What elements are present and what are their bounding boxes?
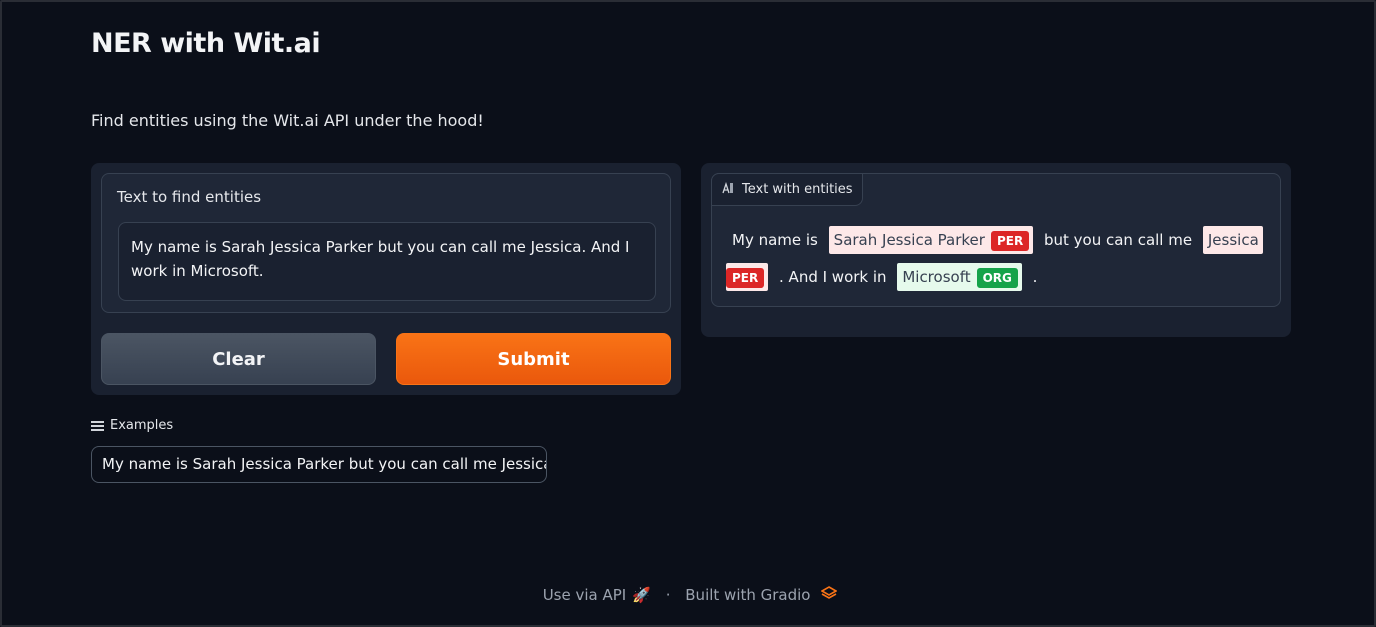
entity-text: Microsoft xyxy=(902,268,971,286)
highlighted-text: My name is Sarah Jessica Parker PER but y… xyxy=(726,222,1274,296)
entity-span: Sarah Jessica Parker PER xyxy=(828,226,1034,254)
entity-tag: ORG xyxy=(976,268,1018,288)
textbox-block: Text to find entities My name is Sarah J… xyxy=(101,173,671,313)
footer: Use via API 🚀 · Built with Gradio xyxy=(2,586,1376,604)
text-highlight-icon xyxy=(722,181,734,197)
textbox-label: Text to find entities xyxy=(117,188,262,206)
text-segment: . And I work in xyxy=(779,268,887,286)
entity-tag: PER xyxy=(726,268,765,288)
app-window: NER with Wit.ai Find entities using the … xyxy=(0,0,1376,627)
list-icon xyxy=(91,420,104,431)
examples-header: Examples xyxy=(91,418,173,433)
text-segment: but you can call me xyxy=(1043,231,1193,249)
footer-separator: · xyxy=(665,586,671,604)
built-with-label: Built with Gradio xyxy=(685,586,811,604)
built-with-gradio-link[interactable]: Built with Gradio xyxy=(685,586,838,604)
output-label: Text with entities xyxy=(742,182,853,197)
submit-button[interactable]: Submit xyxy=(396,333,671,385)
gradio-logo-icon xyxy=(817,586,838,604)
entity-span: Microsoft ORG xyxy=(897,263,1022,291)
clear-button[interactable]: Clear xyxy=(101,333,376,385)
use-via-api-link[interactable]: Use via API 🚀 xyxy=(543,586,651,604)
text-segment: My name is xyxy=(732,231,818,249)
text-input[interactable]: My name is Sarah Jessica Parker but you … xyxy=(118,222,656,301)
rocket-icon: 🚀 xyxy=(632,586,651,604)
page-description: Find entities using the Wit.ai API under… xyxy=(91,111,484,130)
entity-tag: PER xyxy=(990,231,1030,251)
page-title: NER with Wit.ai xyxy=(91,28,321,59)
text-segment: . xyxy=(1032,268,1038,286)
entity-span: Jessica xyxy=(1202,226,1263,254)
output-label-tab: Text with entities xyxy=(711,173,863,206)
output-panel: Text with entities My name is Sarah Jess… xyxy=(701,163,1291,337)
examples-label: Examples xyxy=(110,418,174,433)
api-link-label: Use via API xyxy=(542,586,627,604)
input-panel: Text to find entities My name is Sarah J… xyxy=(91,163,681,395)
example-item[interactable]: My name is Sarah Jessica Parker but you … xyxy=(91,446,547,483)
entity-text: Jessica xyxy=(1207,231,1259,249)
highlighted-text-block: Text with entities My name is Sarah Jess… xyxy=(711,173,1281,307)
entity-text: Sarah Jessica Parker xyxy=(833,231,985,249)
entity-span-continued: PER xyxy=(726,263,769,291)
